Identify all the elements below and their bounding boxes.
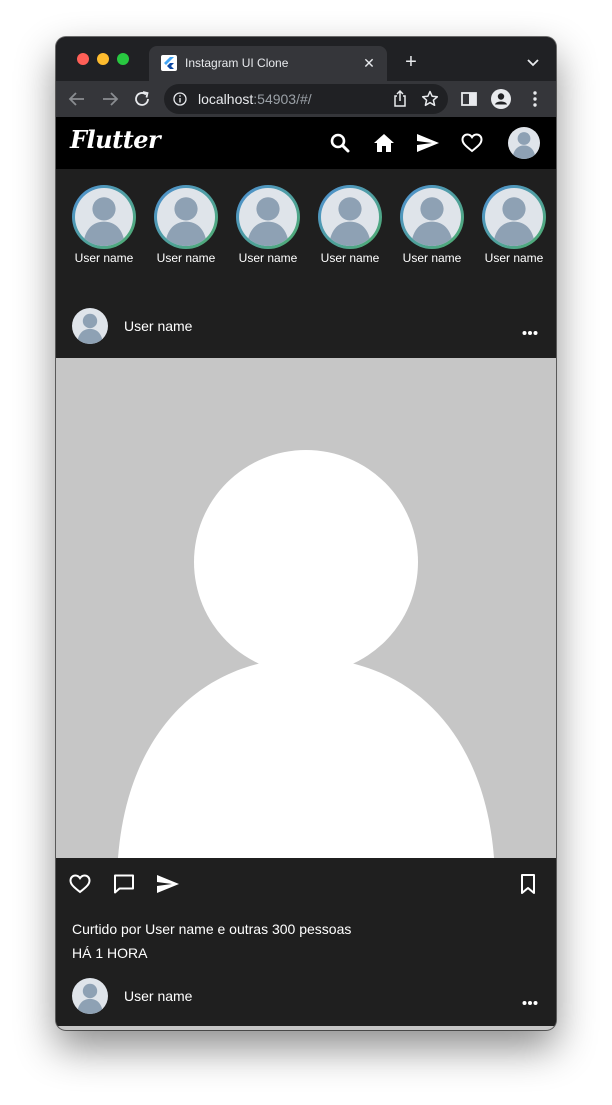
post-image[interactable] [56, 358, 556, 858]
story-username: User name [402, 251, 462, 265]
maximize-window-button[interactable] [117, 53, 129, 65]
forward-arrow-icon[interactable] [99, 88, 121, 110]
story-username: User name [320, 251, 380, 265]
address-bar[interactable]: localhost:54903/#/ [164, 84, 448, 114]
tab-search-chevron-icon[interactable] [526, 55, 540, 67]
close-window-button[interactable] [77, 53, 89, 65]
heart-icon[interactable] [460, 131, 484, 155]
tab-title: Instagram UI Clone [185, 56, 289, 70]
site-info-icon[interactable] [173, 92, 187, 106]
tab-strip: Instagram UI Clone ✕ + [56, 37, 556, 81]
story-ring [236, 185, 300, 249]
profile-avatar[interactable] [508, 127, 540, 159]
tab-close-icon[interactable]: ✕ [361, 53, 377, 73]
post-author-avatar[interactable] [72, 978, 108, 1014]
home-icon[interactable] [372, 131, 396, 155]
url-host: localhost [198, 91, 254, 107]
app-bar: Flutter [56, 117, 556, 169]
flutter-favicon-icon [161, 55, 177, 71]
story-ring [318, 185, 382, 249]
app-logo: Flutter [70, 125, 161, 154]
save-bookmark-icon[interactable] [516, 872, 540, 896]
story-username: User name [74, 251, 134, 265]
bookmark-star-icon[interactable] [419, 88, 441, 110]
post-options-icon[interactable] [522, 323, 538, 335]
share-icon[interactable] [389, 88, 411, 110]
post-author-name[interactable]: User name [124, 988, 192, 1004]
next-post-image-edge [56, 1026, 556, 1030]
story-username: User name [484, 251, 544, 265]
browser-window: Instagram UI Clone ✕ + localhost:54903/#… [56, 37, 556, 1030]
browser-tab[interactable]: Instagram UI Clone ✕ [149, 46, 387, 81]
browser-toolbar: localhost:54903/#/ [56, 81, 556, 117]
back-arrow-icon[interactable] [66, 88, 88, 110]
story-avatar [321, 188, 379, 246]
url-path: :54903/#/ [253, 91, 312, 107]
post-actions-bar [56, 858, 556, 918]
story-ring [400, 185, 464, 249]
story-ring [482, 185, 546, 249]
story-ring [154, 185, 218, 249]
send-icon[interactable] [416, 131, 440, 155]
more-menu-icon[interactable] [524, 88, 546, 110]
story-avatar [157, 188, 215, 246]
url-text: localhost:54903/#/ [198, 91, 312, 107]
like-icon[interactable] [68, 872, 92, 896]
share-send-icon[interactable] [156, 872, 180, 896]
search-icon[interactable] [328, 131, 352, 155]
minimize-window-button[interactable] [97, 53, 109, 65]
post-author-avatar[interactable] [72, 308, 108, 344]
new-tab-button[interactable]: + [401, 52, 421, 72]
story-avatar [485, 188, 543, 246]
story-avatar [239, 188, 297, 246]
comment-icon[interactable] [112, 872, 136, 896]
story-ring [72, 185, 136, 249]
profile-icon[interactable] [490, 88, 512, 110]
post-header: User name [56, 959, 556, 1027]
stories-row: User name User name User name User name … [56, 169, 556, 273]
post-author-name[interactable]: User name [124, 318, 192, 334]
reload-icon[interactable] [131, 88, 153, 110]
avatar-placeholder-image [118, 450, 494, 858]
post-header: User name [56, 289, 556, 358]
likes-text: Curtido por User name e outras 300 pesso… [72, 921, 352, 937]
story-username: User name [156, 251, 216, 265]
story-avatar [403, 188, 461, 246]
story-avatar [75, 188, 133, 246]
side-panel-icon[interactable] [458, 88, 480, 110]
post-options-icon[interactable] [522, 993, 538, 1005]
story-username: User name [238, 251, 298, 265]
